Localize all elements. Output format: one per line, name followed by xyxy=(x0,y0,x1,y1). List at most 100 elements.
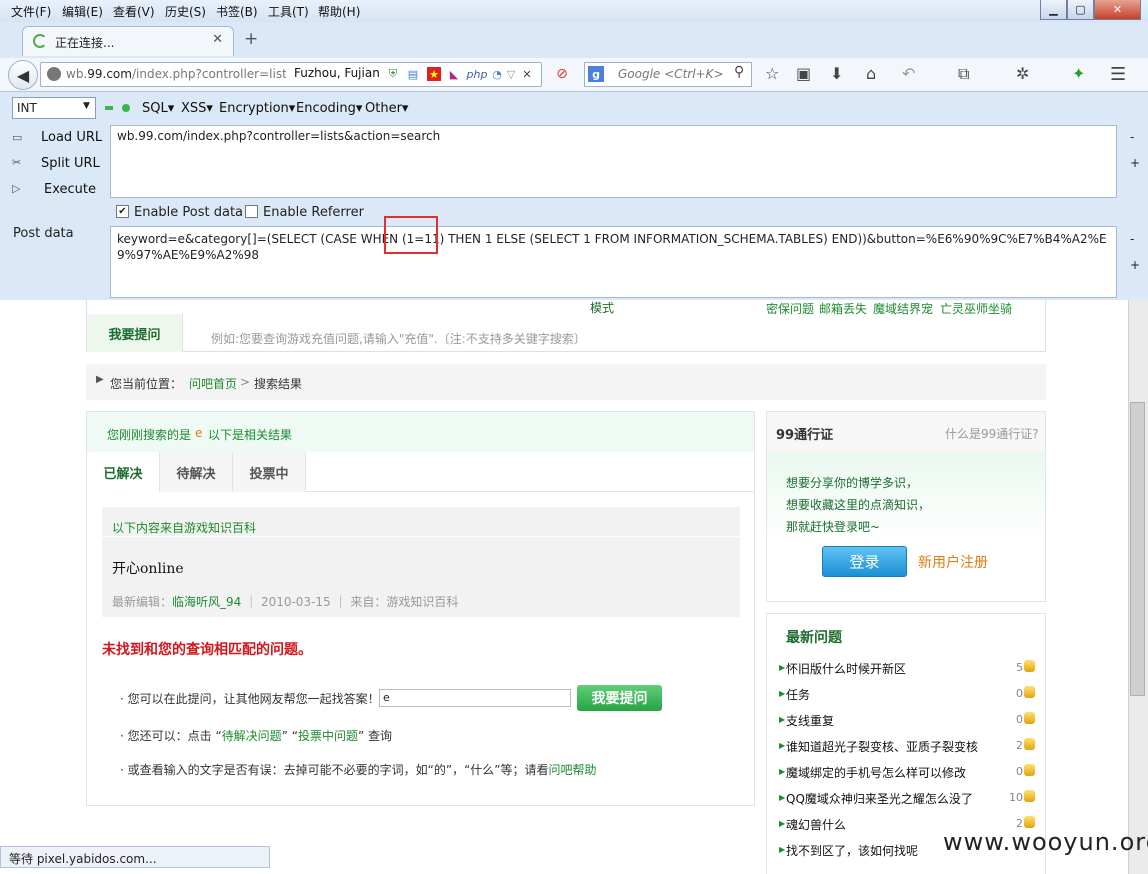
tab-pending[interactable]: 待解决 xyxy=(160,452,233,492)
menu-bookmarks[interactable]: 书签(B) xyxy=(216,3,258,20)
page-icon[interactable]: ▤ xyxy=(406,67,420,81)
menu-view[interactable]: 查看(V) xyxy=(113,3,155,20)
pending-questions-link[interactable]: 待解决问题 xyxy=(222,729,282,743)
url-text[interactable]: wb.99.com/index.php?controller=lists& xyxy=(66,67,286,81)
menu-other[interactable]: Other▾ xyxy=(365,101,408,116)
menu-xss[interactable]: XSS▾ xyxy=(181,101,213,116)
ask-question-tab[interactable]: 我要提问 xyxy=(87,314,183,352)
ask-question-button[interactable]: 我要提问 xyxy=(577,685,662,711)
login-button[interactable]: 登录 xyxy=(822,546,907,577)
enable-post-label[interactable]: Enable Post data xyxy=(134,205,243,220)
divider xyxy=(102,536,740,537)
tab-solved[interactable]: 已解决 xyxy=(87,452,160,493)
url-area-shrink-button[interactable]: - xyxy=(1130,130,1134,144)
post-data-label: Post data xyxy=(13,226,74,241)
bullet-icon: ▶ xyxy=(779,715,786,724)
menu-history[interactable]: 历史(S) xyxy=(165,3,206,20)
knowledge-source-header: 以下内容来自游戏知识百科 xyxy=(112,521,257,535)
hot-link-security[interactable]: 密保问题 xyxy=(766,300,814,317)
also-tip: · 您还可以：点击 “待解决问题” “投票中问题” 查询 xyxy=(120,729,392,743)
shield-icon[interactable]: ⛨ xyxy=(386,67,400,81)
bookmark-star-icon[interactable]: ☆ xyxy=(765,64,779,83)
undo-icon[interactable]: ↶ xyxy=(902,64,915,83)
knowledge-title-link[interactable]: 开心online xyxy=(112,558,184,578)
tab-close-icon[interactable]: ✕ xyxy=(212,32,223,47)
crop-icon[interactable]: ⧉ xyxy=(958,64,969,84)
search-placeholder: Google <Ctrl+K> xyxy=(618,67,724,81)
coin-icon xyxy=(1024,686,1035,698)
passport-line: 想要分享你的博学多识， xyxy=(786,476,919,490)
check-tip: · 或查看输入的文字是否有误：去掉可能不必要的字词，如“的”，“什么”等；请看问… xyxy=(120,763,597,777)
menu-edit[interactable]: 编辑(E) xyxy=(62,3,103,20)
menu-encoding[interactable]: Encoding▾ xyxy=(296,101,362,116)
bullet-icon: ▶ xyxy=(779,689,786,698)
home-icon[interactable]: ⌂ xyxy=(866,64,876,83)
hot-link-pet[interactable]: 魔域结界宠 xyxy=(873,300,933,317)
menu-encryption[interactable]: Encryption▾ xyxy=(219,101,295,116)
ask-tip: · 您可以在此提问，让其他网友帮您一起找答案！ xyxy=(120,692,380,706)
increase-icon[interactable] xyxy=(122,104,130,112)
help-link[interactable]: 问吧帮助 xyxy=(549,763,597,777)
post-area-shrink-button[interactable]: - xyxy=(1130,232,1134,246)
execute-icon: ▷ xyxy=(12,182,21,195)
close-window-button[interactable]: ✕ xyxy=(1094,0,1141,20)
enable-referrer-checkbox[interactable] xyxy=(245,205,258,218)
dropdown-icon[interactable]: ▽ xyxy=(504,67,518,81)
stop-icon[interactable]: ✕ xyxy=(520,67,534,81)
maximize-button[interactable]: ▢ xyxy=(1067,0,1094,20)
bullet-icon: ▶ xyxy=(779,793,786,802)
back-button[interactable]: ◀ xyxy=(8,60,38,90)
load-url-button[interactable]: Load URL xyxy=(41,130,102,145)
blocker-icon[interactable]: ⊘ xyxy=(555,66,569,82)
scrollbar-thumb[interactable] xyxy=(1130,402,1145,696)
post-data-textarea[interactable]: keyword=e&category[]=(SELECT (CASE WHEN … xyxy=(110,226,1117,298)
voting-questions-link[interactable]: 投票中问题 xyxy=(298,729,358,743)
google-icon[interactable]: g xyxy=(588,66,604,82)
hackbar-url-textarea[interactable]: wb.99.com/index.php?controller=lists&act… xyxy=(110,125,1117,198)
execute-button[interactable]: Execute xyxy=(44,182,96,197)
bookmarks-list-icon[interactable]: ▣ xyxy=(796,64,811,83)
coin-icon xyxy=(1024,712,1035,724)
split-url-button[interactable]: Split URL xyxy=(41,156,100,171)
menu-tools[interactable]: 工具(T) xyxy=(268,3,309,20)
passport-title: 99通行证 xyxy=(776,428,834,443)
new-tab-button[interactable]: + xyxy=(244,29,258,49)
coin-icon xyxy=(1024,660,1035,672)
download-icon[interactable]: ⬇ xyxy=(830,64,843,83)
menu-help[interactable]: 帮助(H) xyxy=(318,3,360,20)
tab-voting[interactable]: 投票中 xyxy=(233,452,306,492)
hot-link-mount[interactable]: 亡灵巫师坐骑 xyxy=(940,300,1012,317)
enable-post-checkbox[interactable]: ✔ xyxy=(116,205,129,218)
chevron-down-icon[interactable]: ▼ xyxy=(83,101,90,111)
globe-icon xyxy=(47,67,61,81)
addon-icon[interactable]: ✦ xyxy=(1072,64,1085,83)
tab-active[interactable]: 正在连接... ✕ xyxy=(22,26,234,56)
coin-icon xyxy=(1024,764,1035,776)
enable-referrer-label[interactable]: Enable Referrer xyxy=(263,205,364,220)
minimize-button[interactable]: ▁ xyxy=(1040,0,1067,20)
search-keyword: e xyxy=(195,426,203,440)
breadcrumb-home-link[interactable]: 问吧首页 xyxy=(189,375,237,392)
search-notice-suffix: 以下是相关结果 xyxy=(208,428,293,442)
menu-sql[interactable]: SQL▾ xyxy=(142,101,174,116)
caret-right-icon: ▶ xyxy=(96,374,104,385)
hamburger-menu-icon[interactable]: ☰ xyxy=(1110,64,1126,85)
menu-file[interactable]: 文件(F) xyxy=(11,3,51,20)
split-url-icon: ✂ xyxy=(12,156,22,169)
post-area-grow-button[interactable]: + xyxy=(1130,258,1140,272)
hot-link-email[interactable]: 邮箱丢失 xyxy=(819,300,867,317)
decrease-icon[interactable] xyxy=(105,106,113,110)
author-link[interactable]: 临海听风_94 xyxy=(172,595,241,609)
url-area-grow-button[interactable]: + xyxy=(1130,156,1140,170)
latest-questions-title: 最新问题 xyxy=(786,630,842,646)
feather-icon[interactable]: ◣ xyxy=(447,67,461,81)
wifi-icon[interactable]: ◔ xyxy=(490,67,504,81)
php-icon[interactable]: php xyxy=(466,67,488,81)
register-link[interactable]: 新用户注册 xyxy=(918,552,988,572)
question-input[interactable]: e xyxy=(379,689,571,707)
bug-icon[interactable]: ✲ xyxy=(1016,64,1029,83)
china-flag-icon[interactable]: ★ xyxy=(427,67,441,81)
back-arrow-icon: ◀ xyxy=(16,65,30,85)
search-icon[interactable]: ⚲ xyxy=(734,64,744,80)
passport-info-link[interactable]: 什么是99通行证? xyxy=(945,425,1039,442)
